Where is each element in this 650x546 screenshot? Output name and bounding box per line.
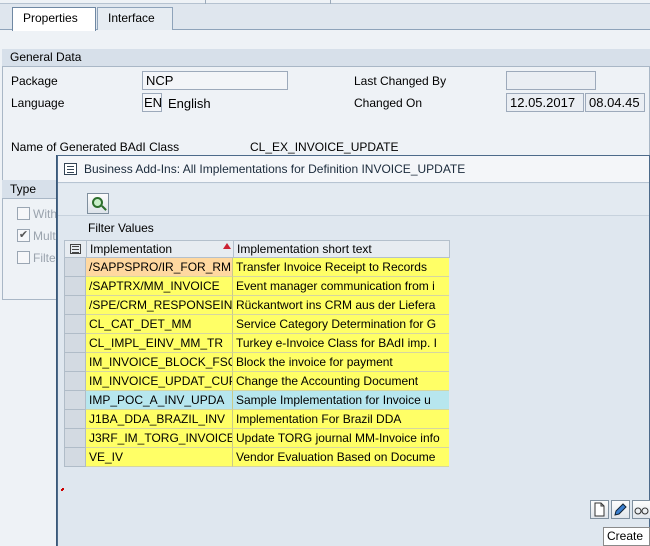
- table-row[interactable]: IMP_POC_A_INV_UPDA Sample Implementation …: [64, 391, 450, 410]
- dialog-title: Business Add-Ins: All Implementations fo…: [84, 162, 466, 176]
- row-selector[interactable]: [64, 296, 86, 315]
- table-row[interactable]: J1BA_DDA_BRAZIL_INV Implementation For Br…: [64, 410, 450, 429]
- row-selector[interactable]: [64, 277, 86, 296]
- table-row[interactable]: /SPE/CRM_RESPONSEINV Rückantwort ins CRM …: [64, 296, 450, 315]
- tab-interface[interactable]: Interface: [97, 7, 173, 30]
- implementation-cell[interactable]: J3RF_IM_TORG_INVOICE: [86, 429, 233, 448]
- general-data-title: General Data: [2, 49, 650, 67]
- tab-properties[interactable]: Properties: [12, 7, 96, 31]
- change-button[interactable]: [611, 500, 630, 519]
- row-selector[interactable]: [64, 410, 86, 429]
- table-row[interactable]: CL_CAT_DET_MM Service Category Determinat…: [64, 315, 450, 334]
- table-row[interactable]: CL_IMPL_EINV_MM_TR Turkey e-Invoice Class…: [64, 334, 450, 353]
- implementation-cell[interactable]: IM_INVOICE_UPDAT_CUP: [86, 372, 233, 391]
- package-field[interactable]: NCP: [142, 71, 288, 90]
- multi-checkbox-label: Multi: [33, 229, 59, 243]
- language-name: English: [168, 96, 211, 111]
- implementation-cell[interactable]: J1BA_DDA_BRAZIL_INV: [86, 410, 233, 429]
- table-row[interactable]: /SAPTRX/MM_INVOICE Event manager communic…: [64, 277, 450, 296]
- display-button[interactable]: [632, 500, 650, 519]
- language-label: Language: [11, 96, 65, 110]
- changed-on-date-field[interactable]: 12.05.2017: [506, 93, 584, 112]
- create-tooltip: Create: [603, 527, 650, 546]
- short-text-cell[interactable]: Vendor Evaluation Based on Docume: [233, 448, 449, 467]
- table-body: /SAPPSPRO/IR_FOR_RM Transfer Invoice Rece…: [64, 258, 450, 467]
- tab-bar: Properties Interface: [0, 0, 650, 31]
- last-changed-by-label: Last Changed By: [354, 74, 447, 88]
- multi-checkbox[interactable]: ✔: [17, 229, 30, 242]
- implementation-cell[interactable]: /SAPPSPRO/IR_FOR_RM: [86, 258, 233, 277]
- pencil-icon: [614, 503, 627, 516]
- create-button[interactable]: [590, 500, 609, 519]
- column-short-text[interactable]: Implementation short text: [234, 241, 450, 258]
- changed-on-label: Changed On: [354, 96, 423, 110]
- language-code-field[interactable]: EN: [142, 93, 162, 112]
- red-marker-bottom: [62, 488, 64, 490]
- dialog-toolbar: [58, 184, 649, 216]
- row-selector[interactable]: [64, 334, 86, 353]
- short-text-cell[interactable]: Event manager communication from i: [233, 277, 449, 296]
- short-text-cell[interactable]: Sample Implementation for Invoice u: [233, 391, 449, 410]
- short-text-cell[interactable]: Turkey e-Invoice Class for BAdI imp. I: [233, 334, 449, 353]
- changed-on-time-field[interactable]: 08.04.45: [585, 93, 645, 112]
- column-implementation[interactable]: Implementation: [87, 241, 234, 258]
- generated-class-value: CL_EX_INVOICE_UPDATE: [250, 140, 399, 154]
- table-row[interactable]: IM_INVOICE_BLOCK_FSC Block the invoice fo…: [64, 353, 450, 372]
- short-text-cell[interactable]: Block the invoice for payment: [233, 353, 449, 372]
- implementation-cell[interactable]: /SAPTRX/MM_INVOICE: [86, 277, 233, 296]
- table-row[interactable]: /SAPPSPRO/IR_FOR_RM Transfer Invoice Rece…: [64, 258, 450, 277]
- row-selector[interactable]: [64, 448, 86, 467]
- filter-values-label: Filter Values: [88, 221, 154, 235]
- implementations-table: Implementation Implementation short text…: [64, 240, 450, 467]
- row-selector[interactable]: [64, 391, 86, 410]
- row-selector[interactable]: [64, 258, 86, 277]
- with-checkbox[interactable]: [17, 207, 30, 220]
- with-checkbox-label: With: [33, 207, 57, 221]
- implementation-cell[interactable]: IM_INVOICE_BLOCK_FSC: [86, 353, 233, 372]
- implementation-cell[interactable]: VE_IV: [86, 448, 233, 467]
- sort-ascending-icon: [223, 243, 231, 249]
- short-text-cell[interactable]: Service Category Determination for G: [233, 315, 449, 334]
- table-row[interactable]: IM_INVOICE_UPDAT_CUP Change the Accountin…: [64, 372, 450, 391]
- new-document-icon: [594, 502, 605, 517]
- row-selector[interactable]: [64, 315, 86, 334]
- generated-class-label: Name of Generated BAdI Class: [11, 140, 180, 154]
- filter-checkbox[interactable]: [17, 251, 30, 264]
- row-selector[interactable]: [64, 372, 86, 391]
- implementation-cell[interactable]: CL_CAT_DET_MM: [86, 315, 233, 334]
- short-text-cell[interactable]: Change the Accounting Document: [233, 372, 449, 391]
- select-layout-icon: [70, 244, 81, 254]
- short-text-cell[interactable]: Implementation For Brazil DDA: [233, 410, 449, 429]
- implementation-cell[interactable]: IMP_POC_A_INV_UPDA: [86, 391, 233, 410]
- select-all-button[interactable]: [65, 241, 87, 258]
- row-selector[interactable]: [64, 353, 86, 372]
- short-text-cell[interactable]: Update TORG journal MM-Invoice info: [233, 429, 449, 448]
- dialog-title-bar[interactable]: Business Add-Ins: All Implementations fo…: [58, 156, 649, 183]
- table-row[interactable]: VE_IV Vendor Evaluation Based on Docume: [64, 448, 450, 467]
- package-label: Package: [11, 74, 58, 88]
- short-text-cell[interactable]: Rückantwort ins CRM aus der Liefera: [233, 296, 449, 315]
- implementation-cell[interactable]: /SPE/CRM_RESPONSEINV: [86, 296, 233, 315]
- table-header: Implementation Implementation short text: [64, 240, 450, 258]
- implementations-dialog: Business Add-Ins: All Implementations fo…: [57, 155, 650, 546]
- row-selector[interactable]: [64, 429, 86, 448]
- filter-checkbox-label: Filte: [33, 251, 56, 265]
- find-button[interactable]: [87, 193, 109, 214]
- implementation-cell[interactable]: CL_IMPL_EINV_MM_TR: [86, 334, 233, 353]
- magnifier-handle: [101, 205, 107, 211]
- glasses-icon: [634, 507, 649, 515]
- last-changed-by-field[interactable]: [506, 71, 596, 90]
- dialog-window-icon: [64, 163, 77, 175]
- short-text-cell[interactable]: Transfer Invoice Receipt to Records: [233, 258, 449, 277]
- top-strip: [0, 0, 650, 4]
- dialog-body: Filter Values Implementation Implementat…: [58, 184, 650, 546]
- table-row[interactable]: J3RF_IM_TORG_INVOICE Update TORG journal …: [64, 429, 450, 448]
- type-group-title: Type: [2, 180, 62, 199]
